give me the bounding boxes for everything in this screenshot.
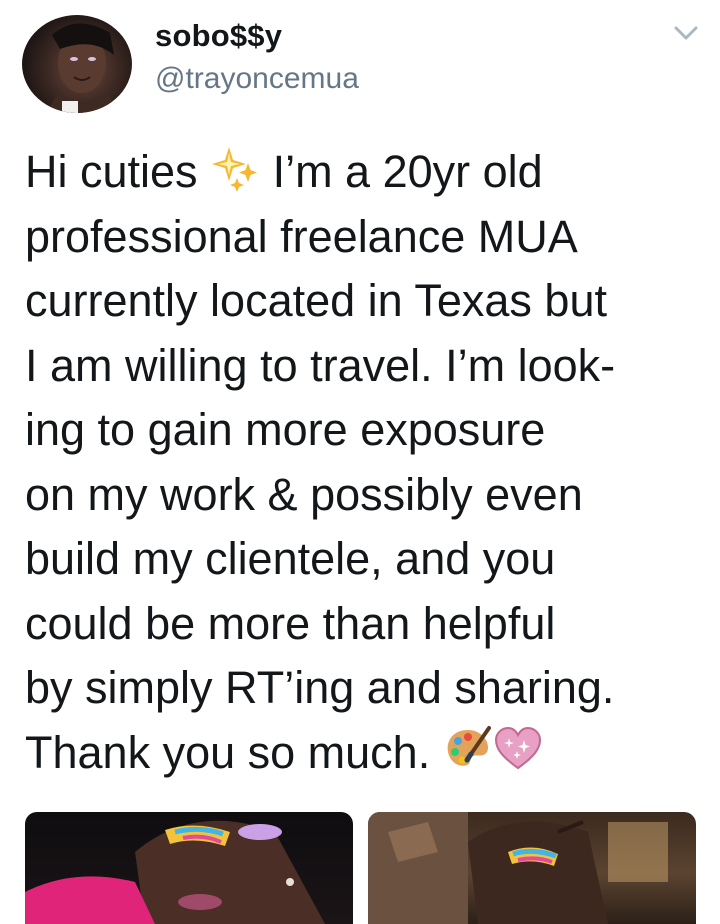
tweet[interactable]: sobo$$y @trayoncemua Hi cuties I’m a 20y… — [0, 0, 720, 924]
display-name[interactable]: sobo$$y — [155, 18, 282, 54]
tweet-line: currently located in Texas but — [25, 275, 607, 326]
tweet-line: I am willing to travel. I’m look- — [25, 339, 616, 391]
tweet-line-text: Thank you so much. — [25, 726, 443, 778]
tweet-line: could be more than helpful — [25, 597, 556, 649]
tweet-text: Hi cuties I’m a 20yr old professional fr… — [25, 140, 705, 785]
tweet-line: by simply RT’ing and sharing. — [25, 662, 615, 713]
makeup-look-photo — [368, 812, 668, 924]
tweet-line: on my work & possibly even — [25, 468, 583, 520]
tweet-line: ing to gain more exposure — [25, 404, 546, 455]
tweet-photo-1[interactable] — [25, 812, 353, 924]
avatar-image — [46, 23, 118, 113]
makeup-look-photo — [25, 820, 325, 924]
avatar[interactable] — [22, 15, 132, 113]
tweet-line: build my clientele, and you — [25, 533, 556, 584]
tweet-line-text: I’m a 20yr old — [260, 146, 543, 197]
tweet-line-text: Hi cuties — [25, 146, 211, 197]
tweet-line: professional freelance MUA — [25, 210, 578, 262]
chevron-down-icon[interactable] — [672, 22, 700, 44]
sparkles-emoji — [210, 143, 260, 193]
sparkling-heart-emoji — [493, 724, 543, 774]
tweet-line: Hi cuties I’m a 20yr old — [25, 140, 705, 205]
tweet-photo-2[interactable] — [368, 812, 696, 924]
user-handle[interactable]: @trayoncemua — [155, 62, 359, 96]
tweet-line: Thank you so much. — [25, 721, 705, 786]
artist-palette-emoji — [443, 724, 493, 774]
